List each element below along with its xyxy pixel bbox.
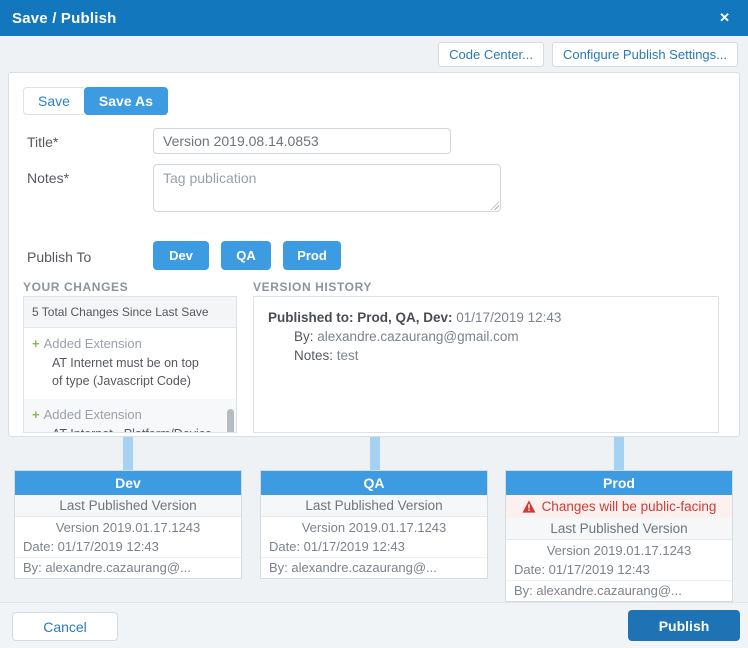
modal-footer: Cancel Publish xyxy=(0,602,748,648)
save-publish-modal: Save / Publish ✕ Code Center... Configur… xyxy=(0,0,748,648)
change-item: + Added Extension AT Internet must be on … xyxy=(24,328,236,399)
tab-save[interactable]: Save xyxy=(23,87,84,115)
modal-title: Save / Publish xyxy=(12,10,117,27)
change-detail: AT Internet - Platform/Device Alternatel… xyxy=(52,425,212,433)
change-action: Added Extension xyxy=(44,336,142,351)
save-tabs: Save Save As xyxy=(23,87,168,115)
dev-by: By: alexandre.cazaurang@... xyxy=(15,557,241,578)
publish-to-label: Publish To xyxy=(27,249,91,265)
prod-last-published-label: Last Published Version xyxy=(506,518,732,540)
published-to-label: Published to: Prod, QA, Dev: xyxy=(268,310,453,325)
title-input[interactable] xyxy=(153,128,451,154)
notes-line: Notes: test xyxy=(294,348,704,363)
published-to-line: Published to: Prod, QA, Dev: 01/17/2019 … xyxy=(268,310,704,325)
notes-field-wrap: Tag publication xyxy=(153,164,501,212)
modal-header: Save / Publish ✕ xyxy=(0,0,748,36)
code-center-button[interactable]: Code Center... xyxy=(438,42,544,67)
qa-environment-card: QA Last Published Version Version 2019.0… xyxy=(260,470,488,579)
version-history-panel: Published to: Prod, QA, Dev: 01/17/2019 … xyxy=(253,296,719,433)
qa-connector-line xyxy=(370,437,380,470)
by-label: By: xyxy=(294,329,314,344)
save-publish-panel: Save Save As Title* Notes* Tag publicati… xyxy=(8,72,740,437)
notes-input[interactable]: Tag publication xyxy=(153,164,501,212)
prod-warning-banner: Changes will be public-facing xyxy=(506,495,732,518)
changes-scrollbar[interactable] xyxy=(227,409,234,433)
history-notes-value: test xyxy=(337,348,359,363)
configure-publish-settings-button[interactable]: Configure Publish Settings... xyxy=(552,42,738,67)
qa-card-title: QA xyxy=(261,471,487,495)
cancel-button[interactable]: Cancel xyxy=(12,612,118,641)
qa-by: By: alexandre.cazaurang@... xyxy=(261,557,487,578)
publish-prod-button[interactable]: Prod xyxy=(283,241,341,270)
tab-save-as[interactable]: Save As xyxy=(84,87,168,115)
notes-label: Notes* xyxy=(27,170,69,186)
change-item: + Added Extension AT Internet - Platform/… xyxy=(24,399,236,433)
publish-dev-button[interactable]: Dev xyxy=(153,241,209,270)
changes-summary: 5 Total Changes Since Last Save xyxy=(24,297,236,328)
resize-grip-icon[interactable] xyxy=(490,201,499,210)
prod-date: Date: 01/17/2019 12:43 xyxy=(506,560,732,580)
added-plus-icon: + xyxy=(32,336,40,351)
prod-card-title: Prod xyxy=(506,471,732,495)
history-notes-label: Notes: xyxy=(294,348,333,363)
published-to-date: 01/17/2019 12:43 xyxy=(456,310,561,325)
prod-by: By: alexandre.cazaurang@... xyxy=(506,580,732,601)
version-history-heading: VERSION HISTORY xyxy=(253,280,372,294)
published-by-line: By: alexandre.cazaurang@gmail.com xyxy=(294,329,704,344)
warning-triangle-icon xyxy=(522,500,536,513)
your-changes-heading: YOUR CHANGES xyxy=(23,280,128,294)
close-icon[interactable]: ✕ xyxy=(713,8,736,28)
publish-qa-button[interactable]: QA xyxy=(221,241,271,270)
dev-card-title: Dev xyxy=(15,471,241,495)
publish-button[interactable]: Publish xyxy=(628,610,740,641)
by-value: alexandre.cazaurang@gmail.com xyxy=(317,329,518,344)
qa-version: Version 2019.01.17.1243 xyxy=(261,517,487,537)
change-detail: AT Internet must be on top of type (Java… xyxy=(52,354,212,390)
dev-connector-line xyxy=(123,437,133,470)
added-plus-icon: + xyxy=(32,407,40,422)
dev-date: Date: 01/17/2019 12:43 xyxy=(15,537,241,557)
dev-version: Version 2019.01.17.1243 xyxy=(15,517,241,537)
your-changes-list: 5 Total Changes Since Last Save + Added E… xyxy=(23,296,237,433)
qa-last-published-label: Last Published Version xyxy=(261,495,487,517)
dev-last-published-label: Last Published Version xyxy=(15,495,241,517)
change-action: Added Extension xyxy=(44,407,142,422)
qa-date: Date: 01/17/2019 12:43 xyxy=(261,537,487,557)
prod-version: Version 2019.01.17.1243 xyxy=(506,540,732,560)
prod-environment-card: Prod Changes will be public-facing Last … xyxy=(505,470,733,602)
dev-environment-card: Dev Last Published Version Version 2019.… xyxy=(14,470,242,579)
toolbar: Code Center... Configure Publish Setting… xyxy=(0,36,748,72)
title-label: Title* xyxy=(27,134,58,150)
prod-warning-text: Changes will be public-facing xyxy=(542,499,717,514)
prod-connector-line xyxy=(614,437,624,470)
publish-target-buttons: Dev QA Prod xyxy=(153,241,341,270)
